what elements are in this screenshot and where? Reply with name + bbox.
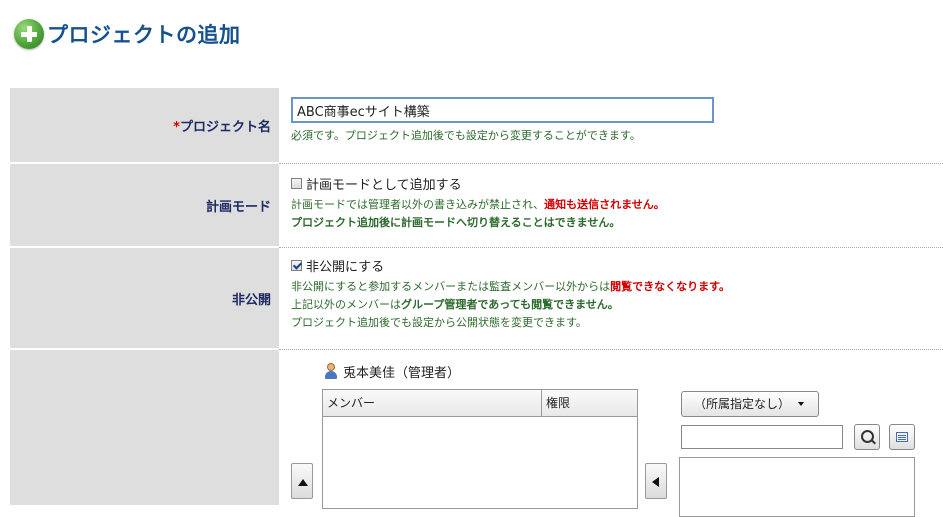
group-select[interactable]: （所属指定なし）: [681, 390, 819, 417]
plan-mode-hint-1-text: 計画モードでは管理者以外の書き込みが禁止され、: [291, 197, 545, 211]
private-hint-2: 上記以外のメンバーはグループ管理者であっても閲覧できません。: [291, 296, 943, 314]
current-user-name: 兎本美佳（管理者）: [343, 365, 461, 381]
value-private: 非公開にする 非公開にすると参加するメンバーまたは監査メンバー以外からは閲覧でき…: [279, 247, 943, 350]
label-plan-mode: 計画モード: [10, 163, 279, 248]
move-up-button[interactable]: [291, 462, 313, 499]
project-form: *プロジェクト名 必須です。プロジェクト追加後でも設定から変更することができます…: [10, 88, 943, 517]
plan-mode-hint-1: 計画モードでは管理者以外の書き込みが禁止され、通知も送信されません。: [291, 196, 943, 214]
page-title: プロジェクトの追加: [47, 23, 241, 47]
member-table-header: メンバー 権限: [323, 389, 637, 417]
candidate-list[interactable]: [679, 456, 915, 517]
row-members: 兎本美佳（管理者） メンバー 権限 （所属指定なし）: [10, 349, 943, 517]
plan-mode-checkbox[interactable]: [291, 178, 302, 189]
add-member-button[interactable]: [645, 462, 667, 499]
member-search-input[interactable]: [681, 424, 843, 449]
plan-mode-checkbox-row[interactable]: 計画モードとして追加する: [291, 174, 943, 194]
project-name-hint: 必須です。プロジェクト追加後でも設定から変更することができます。: [291, 129, 641, 142]
member-area: 兎本美佳（管理者） メンバー 権限 （所属指定なし）: [291, 350, 943, 517]
project-name-label: プロジェクト名: [179, 119, 271, 135]
private-hint-1: 非公開にすると参加するメンバーまたは監査メンバー以外からは閲覧できなくなります。: [291, 278, 943, 296]
plan-mode-hint-1-warning: 通知も送信されません。: [544, 197, 665, 211]
column-permission[interactable]: 権限: [542, 390, 570, 416]
private-hint-2-text: 上記以外のメンバーは: [291, 297, 401, 311]
plan-mode-hint-2: プロジェクト追加後に計画モードへ切り替えることはできません。: [291, 215, 621, 229]
page-header: プロジェクトの追加: [14, 18, 241, 50]
row-private: 非公開 非公開にする 非公開にすると参加するメンバーまたは監査メンバー以外からは…: [10, 247, 943, 350]
private-checkbox-label[interactable]: 非公開にする: [306, 256, 384, 275]
private-hint-1-warning: 閲覧できなくなります。: [610, 279, 731, 293]
user-icon: [324, 363, 338, 379]
plus-circle-icon: [14, 19, 44, 49]
row-plan-mode: 計画モード 計画モードとして追加する 計画モードでは管理者以外の書き込みが禁止さ…: [10, 163, 943, 248]
private-checkbox[interactable]: [291, 260, 302, 271]
value-members: 兎本美佳（管理者） メンバー 権限 （所属指定なし）: [279, 349, 943, 517]
value-plan-mode: 計画モードとして追加する 計画モードでは管理者以外の書き込みが禁止され、通知も送…: [279, 163, 943, 248]
address-book-button[interactable]: [889, 423, 915, 450]
plan-mode-checkbox-label[interactable]: 計画モードとして追加する: [306, 174, 462, 193]
current-user: 兎本美佳（管理者）: [324, 362, 460, 381]
member-table[interactable]: メンバー 権限: [322, 388, 638, 509]
required-mark: *: [173, 119, 180, 135]
project-name-input[interactable]: [291, 97, 714, 123]
row-project-name: *プロジェクト名 必須です。プロジェクト追加後でも設定から変更することができます…: [10, 88, 943, 164]
private-hint-1-text: 非公開にすると参加するメンバーまたは監査メンバー以外からは: [291, 279, 611, 293]
value-project-name: 必須です。プロジェクト追加後でも設定から変更することができます。: [279, 88, 943, 164]
column-member[interactable]: メンバー: [323, 389, 542, 416]
chevron-down-icon: [798, 401, 805, 406]
private-label: 非公開: [231, 292, 271, 308]
label-project-name: *プロジェクト名: [10, 88, 279, 164]
private-hint-3: プロジェクト追加後でも設定から公開状態を変更できます。: [291, 315, 587, 329]
private-hint-2-bold: グループ管理者であっても閲覧できません。: [401, 297, 619, 311]
search-button[interactable]: [854, 423, 880, 450]
label-members: [10, 349, 279, 505]
group-select-value: （所属指定なし）: [694, 397, 791, 411]
plan-mode-label: 計画モード: [205, 199, 271, 215]
private-checkbox-row[interactable]: 非公開にする: [291, 256, 943, 276]
label-private: 非公開: [10, 247, 279, 350]
